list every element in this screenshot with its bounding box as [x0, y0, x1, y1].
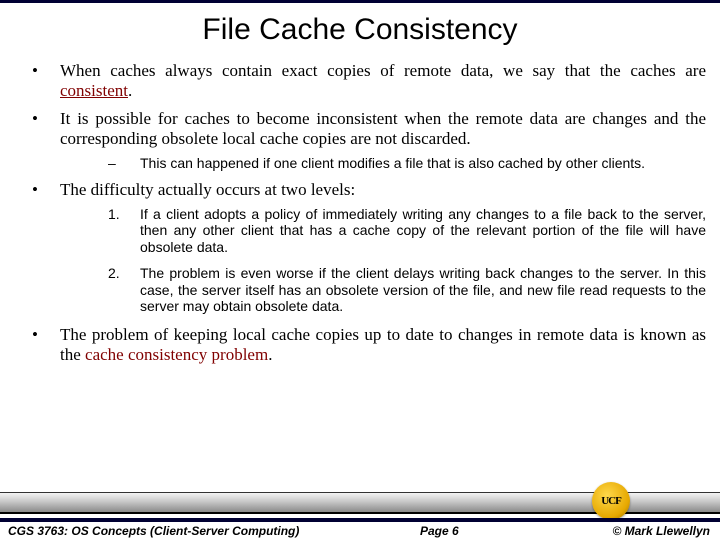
university-logo: UCF [592, 482, 630, 520]
text: . [128, 81, 132, 100]
slide: File Cache Consistency When caches alway… [0, 0, 720, 540]
sub-list: This can happened if one client modifies… [60, 155, 706, 172]
numbered-item: If a client adopts a policy of immediate… [60, 206, 706, 256]
emphasis-text: cache consistency problem [85, 345, 268, 364]
footer-copyright: © Mark Llewellyn [612, 524, 710, 538]
text: It is possible for caches to become inco… [60, 109, 706, 148]
footer-course: CGS 3763: OS Concepts (Client-Server Com… [8, 524, 299, 538]
footer-page: Page 6 [420, 524, 459, 538]
numbered-item: The problem is even worse if the client … [60, 265, 706, 315]
bullet-item: The problem of keeping local cache copie… [14, 325, 706, 365]
bullet-item: It is possible for caches to become inco… [14, 109, 706, 172]
sub-item: This can happened if one client modifies… [60, 155, 706, 172]
bullet-item: When caches always contain exact copies … [14, 61, 706, 101]
slide-body: When caches always contain exact copies … [0, 61, 720, 488]
text: The difficulty actually occurs at two le… [60, 180, 355, 199]
logo-text: UCF [601, 495, 621, 507]
slide-footer: UCF CGS 3763: OS Concepts (Client-Server… [0, 488, 720, 540]
numbered-list: If a client adopts a policy of immediate… [60, 206, 706, 315]
slide-title: File Cache Consistency [0, 3, 720, 61]
text: . [268, 345, 272, 364]
bullet-item: The difficulty actually occurs at two le… [14, 180, 706, 315]
text: When caches always contain exact copies … [60, 61, 706, 80]
emphasis-text: consistent [60, 81, 128, 100]
footer-line [0, 518, 720, 522]
bullet-list: When caches always contain exact copies … [14, 61, 706, 365]
